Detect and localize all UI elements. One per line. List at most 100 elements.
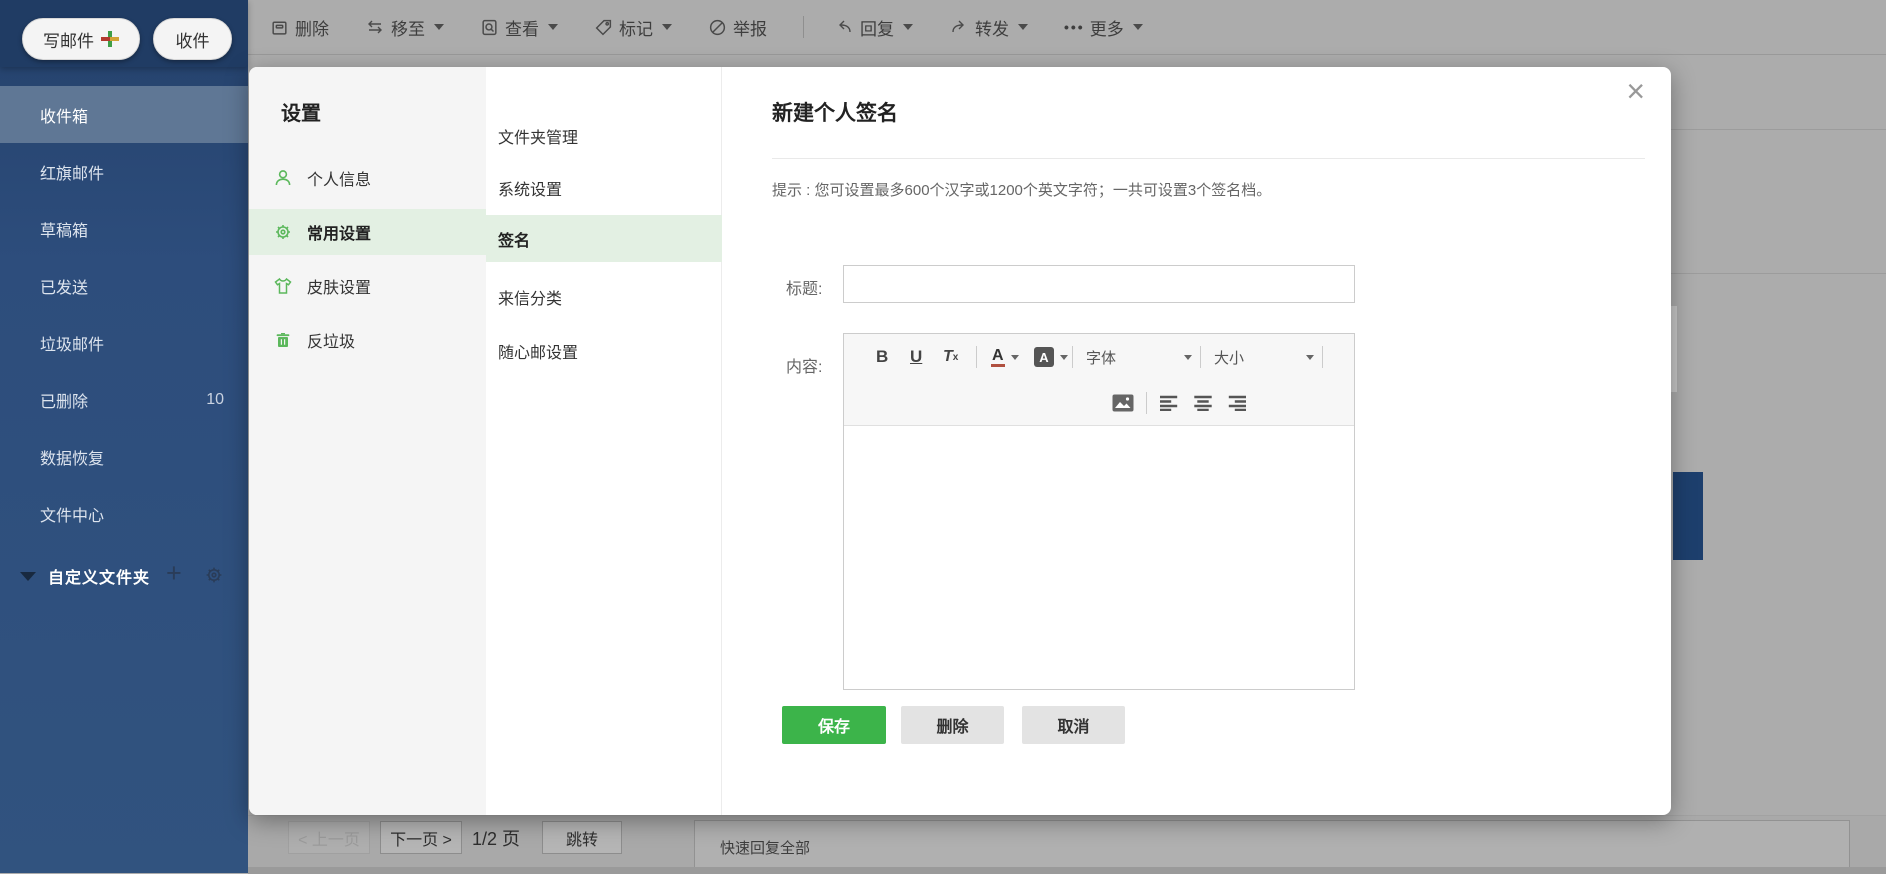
trash-icon [272, 20, 287, 35]
toolbar-mark-button[interactable]: 标记 [594, 15, 672, 40]
sidebar-item-data-recovery[interactable]: 数据恢复 [0, 428, 248, 485]
custom-folders-label: 自定义文件夹 [48, 570, 151, 587]
clear-format-t: T [943, 348, 953, 365]
image-icon [1112, 394, 1134, 412]
settings-nav-common[interactable]: 常用设置 [249, 209, 486, 255]
toolbar-forward-button[interactable]: 转发 [949, 15, 1028, 40]
toolbar-separator [976, 346, 977, 368]
align-left-button[interactable] [1160, 380, 1178, 426]
signature-title-input[interactable] [843, 265, 1355, 303]
subnav-mail-classification[interactable]: 来信分类 [486, 273, 722, 320]
toolbar-more-button[interactable]: ••• 更多 [1064, 15, 1143, 40]
save-button[interactable]: 保存 [782, 706, 886, 744]
toolbar-separator [1072, 346, 1073, 368]
sidebar-item-label: 数据恢复 [40, 450, 105, 468]
underline-button[interactable]: U [910, 334, 922, 380]
background-blue-block [1673, 472, 1703, 560]
subnav-folder-management[interactable]: 文件夹管理 [486, 112, 722, 159]
deleted-count-badge: 10 [206, 390, 224, 408]
toolbar-delete-button[interactable]: 删除 [270, 15, 329, 40]
settings-modal: 设置 个人信息 常用设置 皮肤设置 反垃圾 文件夹管理 系统设置 签名 来信分类 [249, 67, 1671, 815]
align-right-button[interactable] [1228, 380, 1246, 426]
tag-icon [595, 19, 612, 35]
jump-page-button[interactable]: 跳转 [542, 821, 622, 854]
bg-color-a-icon: A [1034, 347, 1054, 367]
editor-toolbar: B U Tx A A 字体 大小 [844, 334, 1354, 426]
align-center-button[interactable] [1194, 380, 1212, 426]
sidebar-item-drafts[interactable]: 草稿箱 [0, 200, 248, 257]
settings-nav-antispam[interactable]: 反垃圾 [249, 317, 486, 363]
user-icon [275, 170, 291, 186]
toolbar-item-label: 转发 [975, 19, 1009, 39]
sidebar-item-file-center[interactable]: 文件中心 [0, 485, 248, 542]
chevron-down-icon [662, 24, 672, 30]
sidebar-item-inbox[interactable]: 收件箱 [0, 86, 248, 143]
bg-color-button[interactable]: A [1034, 334, 1068, 380]
settings-nav-label: 皮肤设置 [307, 280, 372, 297]
mail-app: 删除 移至 查看 标记 举报 回复 转发 ••• 更多 < 上一页 下一页 > … [0, 0, 1886, 874]
chevron-down-icon [434, 24, 444, 30]
sidebar-item-spam[interactable]: 垃圾邮件 [0, 314, 248, 371]
sidebar-item-flagged[interactable]: 红旗邮件 [0, 143, 248, 200]
sidebar-item-label: 文件中心 [40, 507, 105, 525]
report-icon [709, 19, 726, 35]
signature-editor-panel: × 新建个人签名 提示 : 您可设置最多600个汉字或1200个英文字符；一共可… [722, 67, 1671, 815]
custom-folders-section[interactable]: 自定义文件夹 + [0, 556, 248, 596]
settings-nav-personal-info[interactable]: 个人信息 [249, 155, 486, 201]
settings-nav-label: 反垃圾 [307, 334, 356, 351]
cancel-button[interactable]: 取消 [1022, 706, 1125, 744]
subnav-system-settings[interactable]: 系统设置 [486, 164, 722, 211]
collapse-triangle-icon[interactable] [20, 571, 36, 581]
tshirt-icon [274, 277, 292, 294]
chevron-down-icon [1132, 24, 1143, 30]
toolbar-item-label: 标记 [619, 19, 653, 39]
chevron-down-icon [1018, 24, 1028, 30]
signature-content-area[interactable] [844, 426, 1354, 689]
clear-format-button[interactable]: Tx [943, 334, 958, 380]
sidebar-item-sent[interactable]: 已发送 [0, 257, 248, 314]
add-folder-button[interactable]: + [166, 558, 182, 589]
toolbar-report-button[interactable]: 举报 [708, 15, 767, 40]
next-page-button[interactable]: 下一页 > [380, 821, 462, 854]
insert-image-button[interactable] [1112, 380, 1134, 426]
toolbar-view-button[interactable]: 查看 [480, 15, 558, 40]
subnav-signature[interactable]: 签名 [486, 215, 722, 262]
sidebar-item-label: 垃圾邮件 [40, 336, 105, 354]
settings-nav-skin[interactable]: 皮肤设置 [249, 263, 486, 309]
subnav-suixin-mail[interactable]: 随心邮设置 [486, 327, 722, 374]
settings-subnav-panel: 文件夹管理 系统设置 签名 来信分类 随心邮设置 [486, 67, 722, 815]
align-left-icon [1160, 395, 1178, 411]
background-divider [1671, 129, 1886, 130]
toolbar-item-label: 查看 [505, 19, 539, 39]
toolbar-item-label: 移至 [391, 19, 425, 39]
font-color-button[interactable]: A [991, 334, 1019, 380]
chevron-down-icon [1184, 354, 1192, 360]
toolbar-move-button[interactable]: 移至 [365, 15, 444, 40]
sidebar-item-label: 已发送 [40, 279, 89, 297]
prev-page-button[interactable]: < 上一页 [288, 821, 370, 854]
sidebar-header: 写邮件 收件 [0, 0, 248, 67]
compose-label: 写邮件 [43, 31, 94, 51]
delete-button[interactable]: 删除 [901, 706, 1004, 744]
toolbar-reply-button[interactable]: 回复 [834, 15, 913, 40]
close-icon[interactable]: × [1626, 75, 1645, 107]
gear-icon [206, 567, 222, 583]
sidebar-item-label: 收件箱 [40, 108, 89, 126]
panel-title: 新建个人签名 [772, 102, 898, 125]
quick-reply-all-box[interactable]: 快速回复全部 [694, 820, 1850, 874]
bold-button[interactable]: B [876, 334, 888, 380]
title-divider [772, 158, 1645, 159]
toolbar-item-label: 举报 [733, 19, 767, 39]
sidebar-item-label: 已删除 [40, 393, 89, 411]
compose-mail-button[interactable]: 写邮件 [22, 18, 140, 60]
sidebar-item-deleted[interactable]: 已删除 10 [0, 371, 248, 428]
mail-sidebar: 写邮件 收件 收件箱 红旗邮件 草稿箱 已发送 垃圾邮件 已删除 10 数据恢复 [0, 0, 248, 873]
folder-settings-button[interactable] [204, 565, 224, 590]
page-indicator: 1/2 页 [472, 828, 521, 849]
receive-mail-button[interactable]: 收件 [153, 18, 232, 60]
font-size-select[interactable]: 大小 [1214, 334, 1314, 380]
gear-icon [276, 225, 290, 239]
font-family-select[interactable]: 字体 [1086, 334, 1192, 380]
plus-icon [101, 30, 119, 48]
size-select-label: 大小 [1214, 349, 1245, 367]
